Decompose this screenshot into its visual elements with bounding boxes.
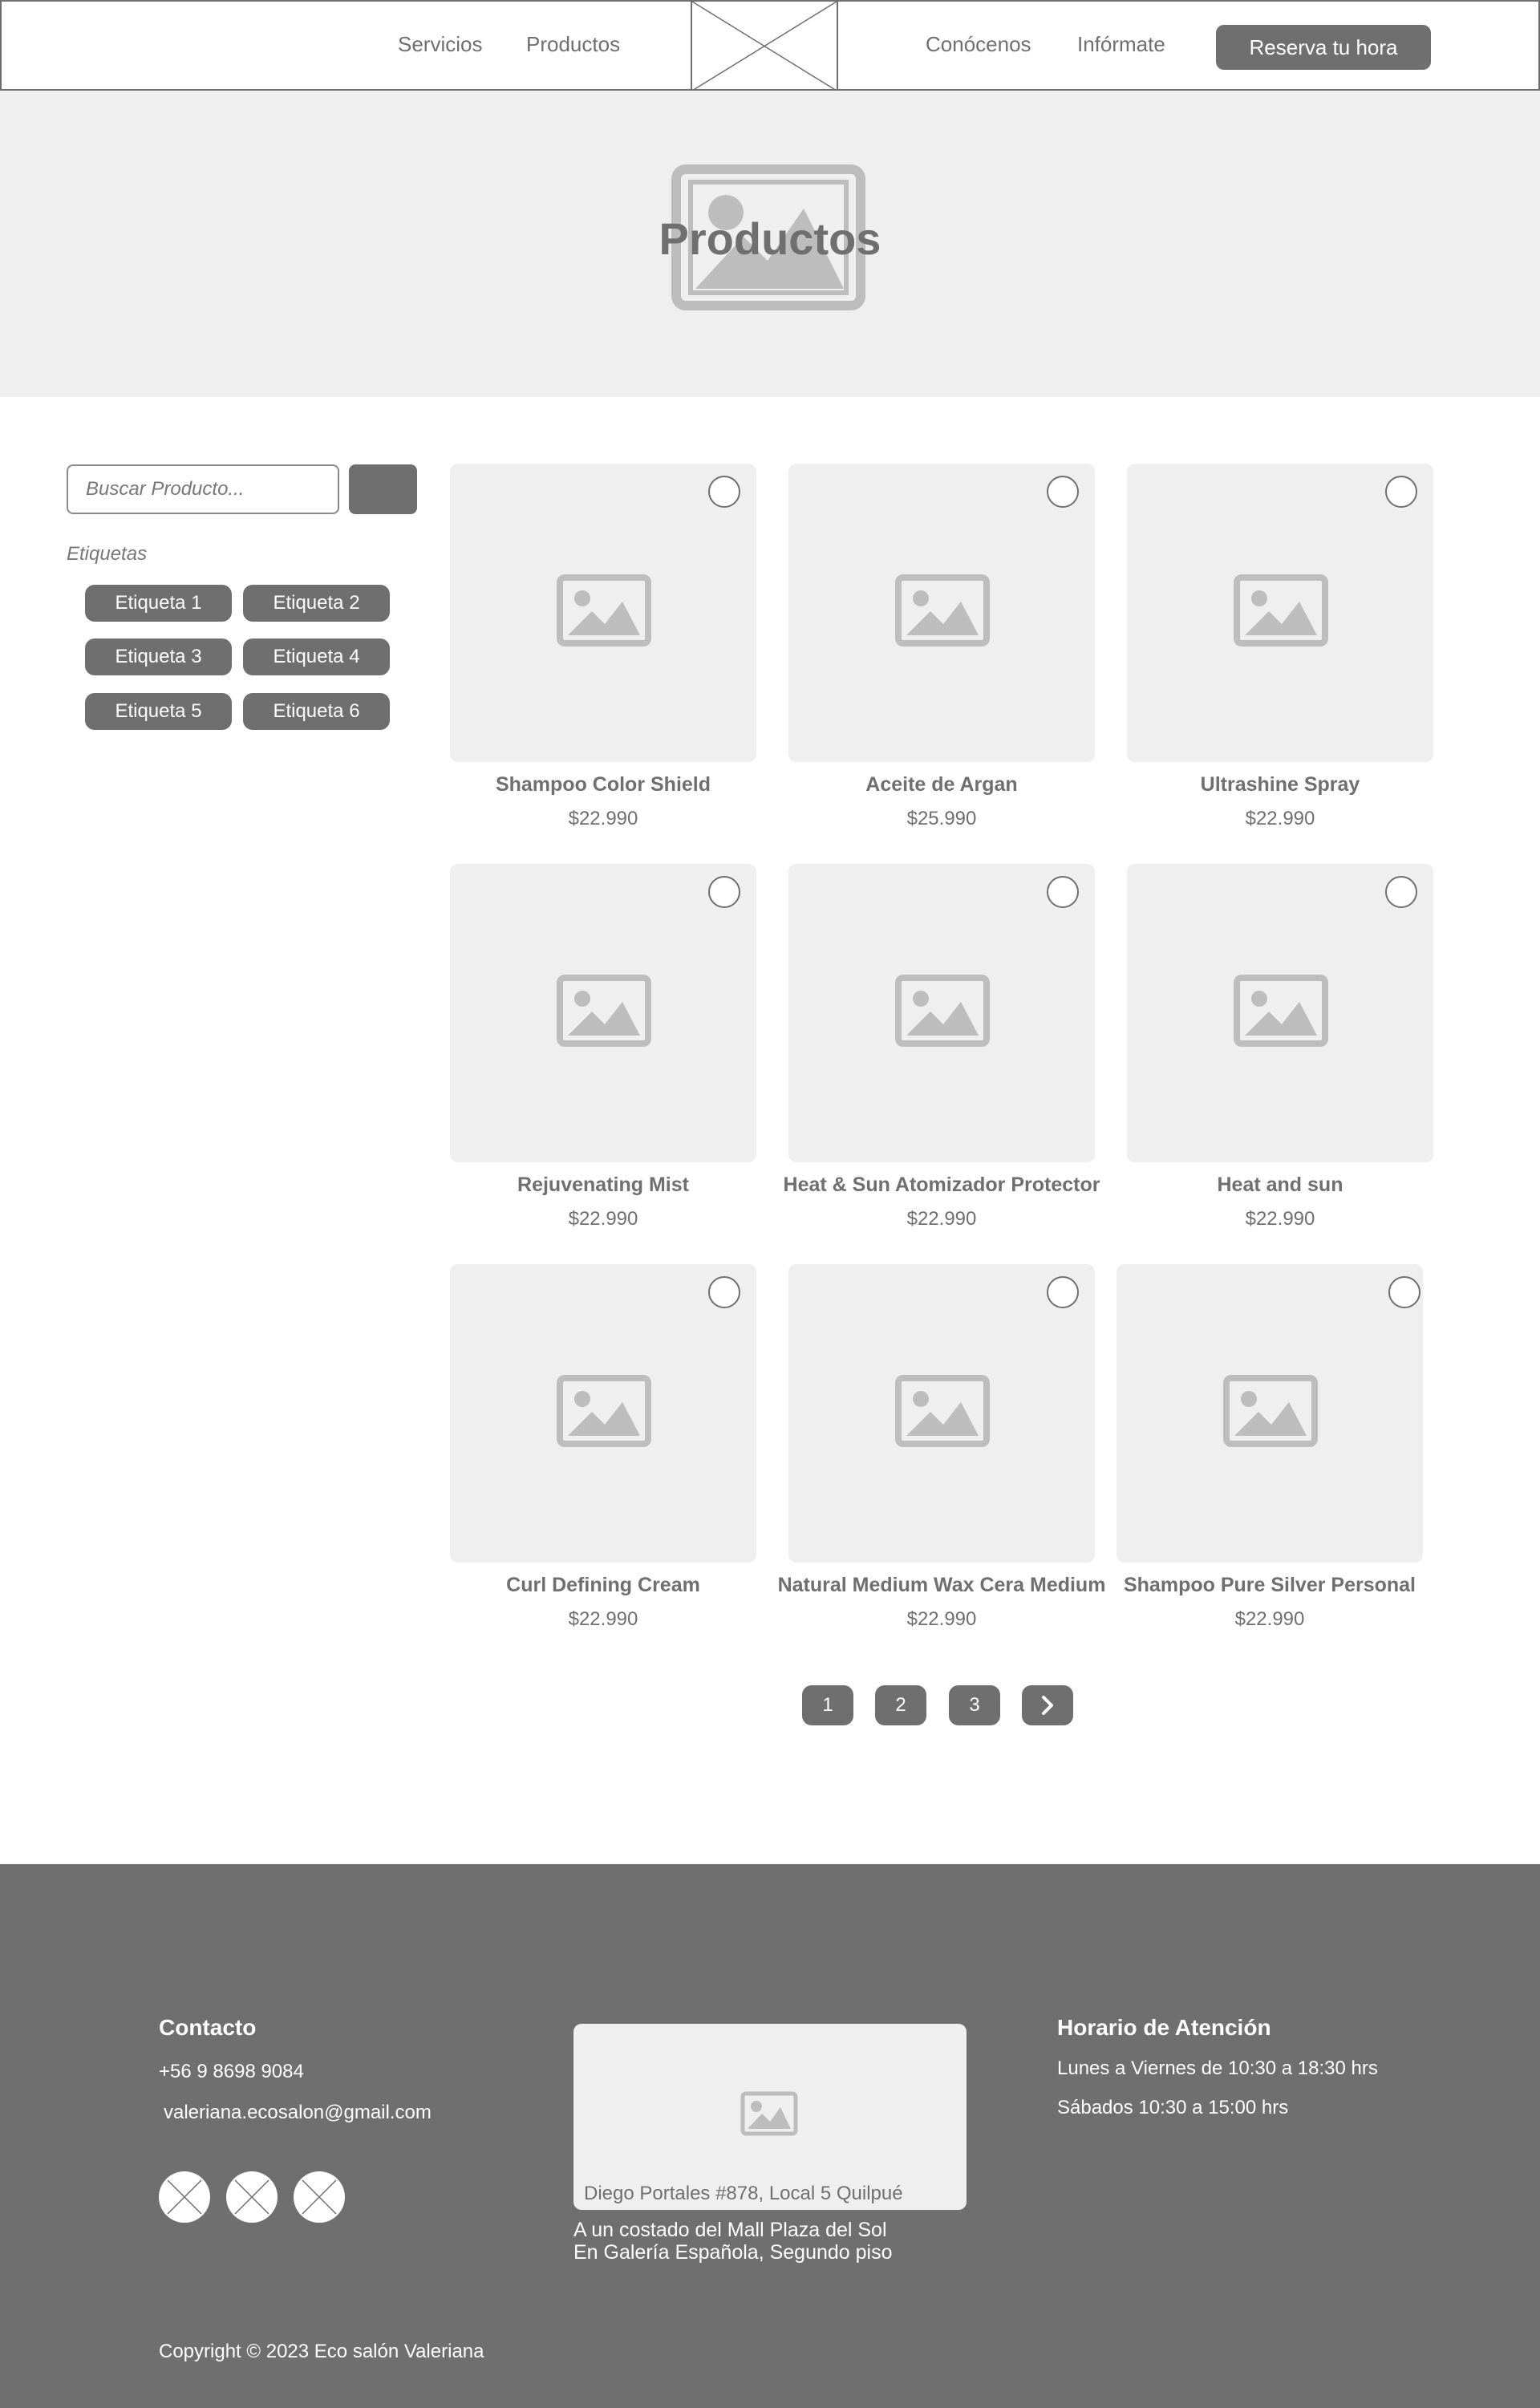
hours-heading: Horario de Atención: [1057, 2015, 1271, 2040]
page-button-3[interactable]: 3: [949, 1685, 1000, 1725]
product-image[interactable]: [450, 464, 756, 762]
product-image[interactable]: [788, 864, 1095, 1162]
logo-placeholder[interactable]: [691, 2, 838, 91]
image-placeholder-icon: [740, 2091, 798, 2136]
product-card[interactable]: Heat & Sun Atomizador Protector $22.990: [784, 864, 1100, 1230]
product-image[interactable]: [1116, 1264, 1423, 1563]
product-price: $22.990: [1234, 1608, 1305, 1630]
social-link-1[interactable]: [159, 2171, 210, 2223]
product-card[interactable]: Curl Defining Cream $22.990: [450, 1264, 756, 1630]
social-placeholder-icon: [167, 2179, 202, 2215]
product-card[interactable]: Ultrashine Spray $22.990: [1127, 464, 1433, 829]
image-placeholder-icon: [1234, 574, 1328, 647]
product-name[interactable]: Curl Defining Cream: [418, 1574, 788, 1597]
address-note-2: En Galería Española, Segundo piso: [573, 2241, 893, 2264]
product-card[interactable]: Rejuvenating Mist $22.990: [450, 864, 756, 1230]
search-button[interactable]: [349, 464, 417, 514]
social-placeholder-icon: [234, 2179, 270, 2215]
tag-etiqueta-3[interactable]: Etiqueta 3: [85, 638, 232, 675]
product-price: $22.990: [1245, 1208, 1315, 1230]
product-name[interactable]: Heat & Sun Atomizador Protector: [756, 1174, 1127, 1197]
product-name[interactable]: Ultrashine Spray: [1095, 773, 1465, 797]
image-placeholder-icon: [1234, 975, 1328, 1047]
product-price: $22.990: [1245, 808, 1315, 829]
favorite-toggle[interactable]: [1047, 476, 1079, 508]
location-map[interactable]: Diego Portales #878, Local 5 Quilpué: [573, 2024, 967, 2210]
reserve-button[interactable]: Reserva tu hora: [1216, 25, 1431, 70]
tag-etiqueta-6[interactable]: Etiqueta 6: [243, 693, 390, 730]
address-note-1: A un costado del Mall Plaza del Sol: [573, 2219, 887, 2241]
favorite-toggle[interactable]: [1388, 1276, 1420, 1308]
contact-phone[interactable]: +56 9 8698 9084: [159, 2061, 304, 2083]
page-button-1[interactable]: 1: [802, 1685, 853, 1725]
search-input[interactable]: [67, 464, 339, 514]
product-card[interactable]: Aceite de Argan $25.990: [788, 464, 1095, 829]
favorite-toggle[interactable]: [708, 1276, 740, 1308]
favorite-toggle[interactable]: [1385, 476, 1417, 508]
product-image[interactable]: [450, 1264, 756, 1563]
tag-etiqueta-2[interactable]: Etiqueta 2: [243, 585, 390, 622]
product-name[interactable]: Aceite de Argan: [756, 773, 1127, 797]
map-address: Diego Portales #878, Local 5 Quilpué: [584, 2183, 903, 2204]
social-link-3[interactable]: [294, 2171, 345, 2223]
favorite-toggle[interactable]: [708, 876, 740, 908]
favorite-toggle[interactable]: [1047, 1276, 1079, 1308]
favorite-toggle[interactable]: [1385, 876, 1417, 908]
image-placeholder-icon: [1223, 1375, 1318, 1447]
page-button-2[interactable]: 2: [875, 1685, 926, 1725]
product-image[interactable]: [1127, 464, 1433, 762]
nav-link-productos[interactable]: Productos: [526, 32, 620, 57]
tag-etiqueta-5[interactable]: Etiqueta 5: [85, 693, 232, 730]
favorite-toggle[interactable]: [1047, 876, 1079, 908]
product-card[interactable]: Shampoo Pure Silver Personal $22.990: [1116, 1264, 1423, 1630]
image-placeholder-icon: [895, 975, 990, 1047]
image-placeholder-icon: [557, 574, 651, 647]
contact-heading: Contacto: [159, 2015, 257, 2040]
tag-etiqueta-4[interactable]: Etiqueta 4: [243, 638, 390, 675]
hours-weekdays: Lunes a Viernes de 10:30 a 18:30 hrs: [1057, 2057, 1378, 2079]
product-card[interactable]: Heat and sun $22.990: [1127, 864, 1433, 1230]
image-placeholder-icon: [557, 975, 651, 1047]
next-page-button[interactable]: [1022, 1685, 1073, 1725]
product-image[interactable]: [788, 464, 1095, 762]
product-price: $22.990: [906, 1208, 977, 1230]
favorite-toggle[interactable]: [708, 476, 740, 508]
product-image[interactable]: [450, 864, 756, 1162]
image-placeholder-icon: [557, 1375, 651, 1447]
chevron-right-icon: [1042, 1696, 1053, 1715]
product-price: $22.990: [568, 1608, 638, 1630]
product-name[interactable]: Shampoo Color Shield: [418, 773, 788, 797]
contact-email[interactable]: valeriana.ecosalon@gmail.com: [164, 2102, 432, 2124]
product-price: $22.990: [568, 808, 638, 829]
product-price: $22.990: [906, 1608, 977, 1630]
product-name[interactable]: Shampoo Pure Silver Personal: [1084, 1574, 1455, 1597]
product-price: $22.990: [568, 1208, 638, 1230]
product-price: $25.990: [906, 808, 977, 829]
product-name[interactable]: Rejuvenating Mist: [418, 1174, 788, 1197]
image-placeholder-icon: [895, 1375, 990, 1447]
tags-heading: Etiquetas: [67, 543, 148, 565]
product-card[interactable]: Shampoo Color Shield $22.990: [450, 464, 756, 829]
hero-banner: Productos: [0, 91, 1540, 397]
nav-link-informate[interactable]: Infórmate: [1077, 32, 1165, 57]
top-nav: Servicios Productos Conócenos Infórmate …: [0, 0, 1540, 91]
hours-saturday: Sábados 10:30 a 15:00 hrs: [1057, 2097, 1289, 2118]
copyright: Copyright © 2023 Eco salón Valeriana: [159, 2341, 484, 2362]
product-card[interactable]: Natural Medium Wax Cera Medium $22.990: [778, 1264, 1105, 1630]
tag-etiqueta-1[interactable]: Etiqueta 1: [85, 585, 232, 622]
nav-link-servicios[interactable]: Servicios: [398, 32, 482, 57]
social-placeholder-icon: [302, 2179, 337, 2215]
image-placeholder-icon: [895, 574, 990, 647]
nav-link-conocenos[interactable]: Conócenos: [926, 32, 1031, 57]
product-name[interactable]: Natural Medium Wax Cera Medium: [756, 1574, 1127, 1597]
page-title: Productos: [659, 213, 881, 264]
product-image[interactable]: [1127, 864, 1433, 1162]
product-image[interactable]: [788, 1264, 1095, 1563]
product-name[interactable]: Heat and sun: [1095, 1174, 1465, 1197]
social-link-2[interactable]: [226, 2171, 278, 2223]
